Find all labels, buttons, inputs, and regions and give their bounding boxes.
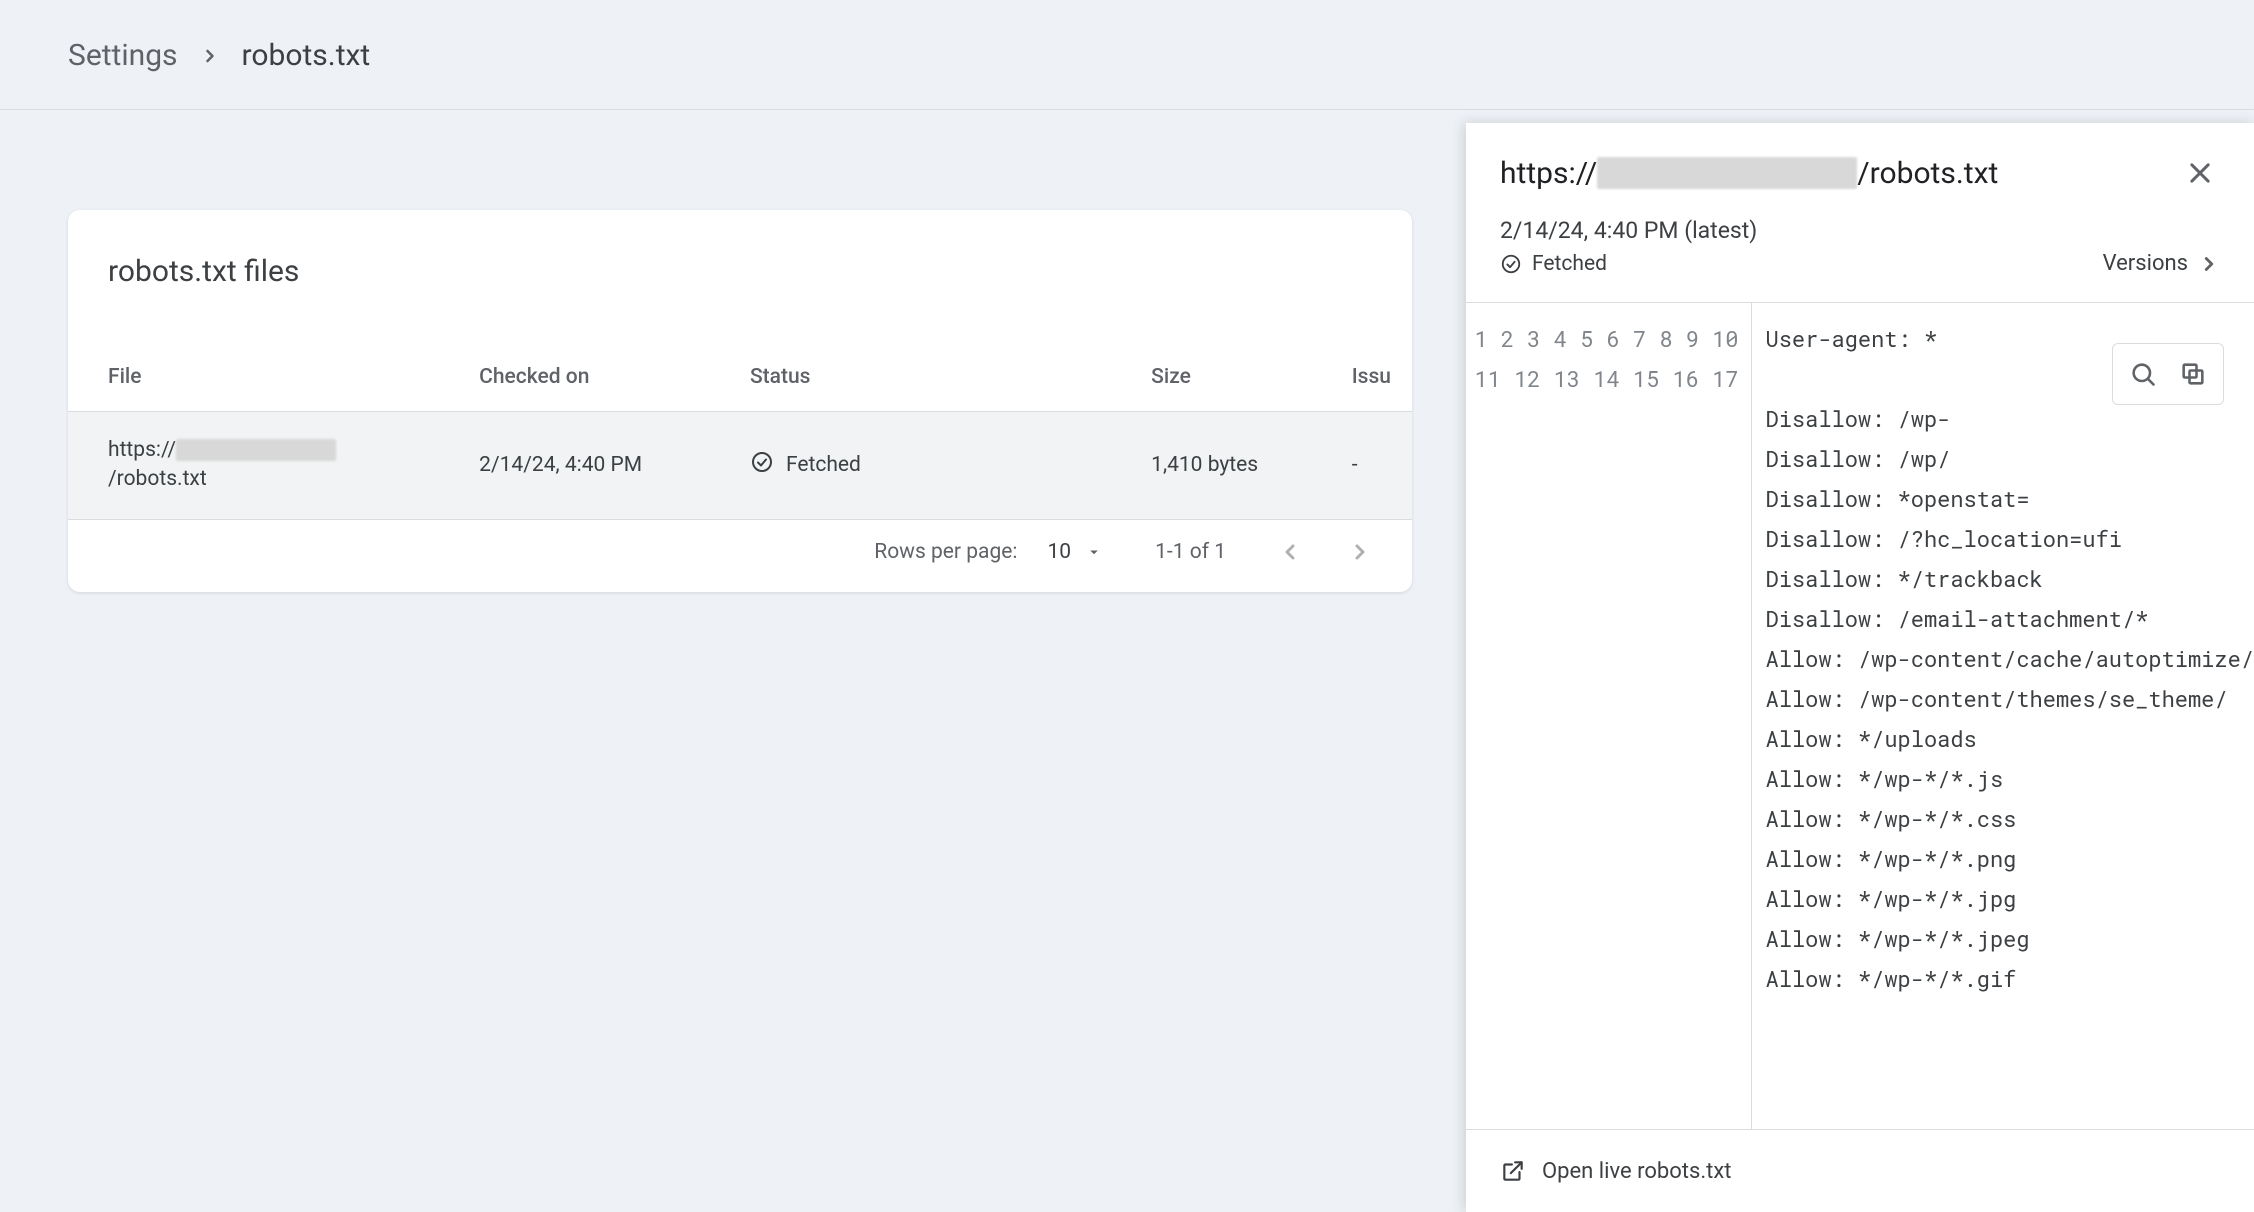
code-toolbar [2112, 343, 2224, 405]
status-cell: Fetched [750, 450, 1111, 480]
chevron-right-icon [2198, 253, 2220, 275]
code-viewer: 1 2 3 4 5 6 7 8 9 10 11 12 13 14 15 16 1… [1466, 302, 2254, 1129]
pager-range: 1-1 of 1 [1155, 540, 1226, 564]
sidepanel-timestamp: 2/14/24, 4:40 PM (latest) [1500, 217, 1757, 244]
breadcrumb-root[interactable]: Settings [68, 38, 178, 73]
copy-button[interactable] [2173, 354, 2213, 394]
col-header-checked[interactable]: Checked on [459, 349, 730, 412]
chevron-left-icon [1278, 540, 1302, 564]
caret-down-icon [1085, 543, 1103, 561]
status-label: Fetched [786, 453, 861, 477]
col-header-issues[interactable]: Issu [1332, 349, 1412, 412]
open-live-robots-link[interactable]: Open live robots.txt [1466, 1129, 2254, 1212]
breadcrumb: Settings robots.txt [0, 0, 2254, 110]
col-header-status[interactable]: Status [730, 349, 1131, 412]
chevron-right-icon [200, 46, 220, 66]
sidepanel-status: Fetched [1500, 252, 1757, 276]
search-button[interactable] [2123, 354, 2163, 394]
size-cell: 1,410 bytes [1131, 412, 1332, 520]
robots-detail-sidepanel: https:///robots.txt 2/14/24, 4:40 PM (la… [1466, 123, 2254, 1212]
col-header-size[interactable]: Size [1131, 349, 1332, 412]
close-icon [2186, 159, 2214, 187]
chevron-right-icon [1348, 540, 1372, 564]
close-button[interactable] [2180, 153, 2220, 193]
col-header-file[interactable]: File [68, 349, 459, 412]
issues-cell: - [1332, 412, 1412, 520]
versions-button[interactable]: Versions [2103, 251, 2220, 276]
checked-on-cell: 2/14/24, 4:40 PM [459, 412, 730, 520]
card-title: robots.txt files [68, 210, 1412, 349]
copy-icon [2179, 360, 2207, 388]
redacted-domain [176, 439, 336, 461]
search-icon [2129, 360, 2157, 388]
robots-files-card: robots.txt files File Checked on Status … [68, 210, 1412, 592]
table-pager: Rows per page: 10 1-1 of 1 [68, 520, 1412, 592]
rows-per-page-select[interactable]: 10 [1047, 540, 1103, 564]
pager-next[interactable] [1348, 540, 1372, 564]
check-circle-icon [750, 450, 774, 480]
breadcrumb-current: robots.txt [242, 38, 371, 73]
check-circle-icon [1500, 253, 1522, 275]
open-in-new-icon [1500, 1158, 1526, 1184]
pager-prev[interactable] [1278, 540, 1302, 564]
file-url: https:///robots.txt [108, 436, 418, 495]
sidepanel-title: https:///robots.txt [1500, 156, 1998, 191]
table-row[interactable]: https:///robots.txt 2/14/24, 4:40 PM Fet… [68, 412, 1412, 520]
redacted-domain [1597, 157, 1857, 189]
files-table: File Checked on Status Size Issu https:/… [68, 349, 1412, 520]
line-gutter: 1 2 3 4 5 6 7 8 9 10 11 12 13 14 15 16 1… [1466, 303, 1752, 1129]
rows-per-page-label: Rows per page: [874, 540, 1017, 564]
code-lines[interactable]: User-agent: * Disallow: /wp- Disallow: /… [1752, 303, 2254, 1129]
